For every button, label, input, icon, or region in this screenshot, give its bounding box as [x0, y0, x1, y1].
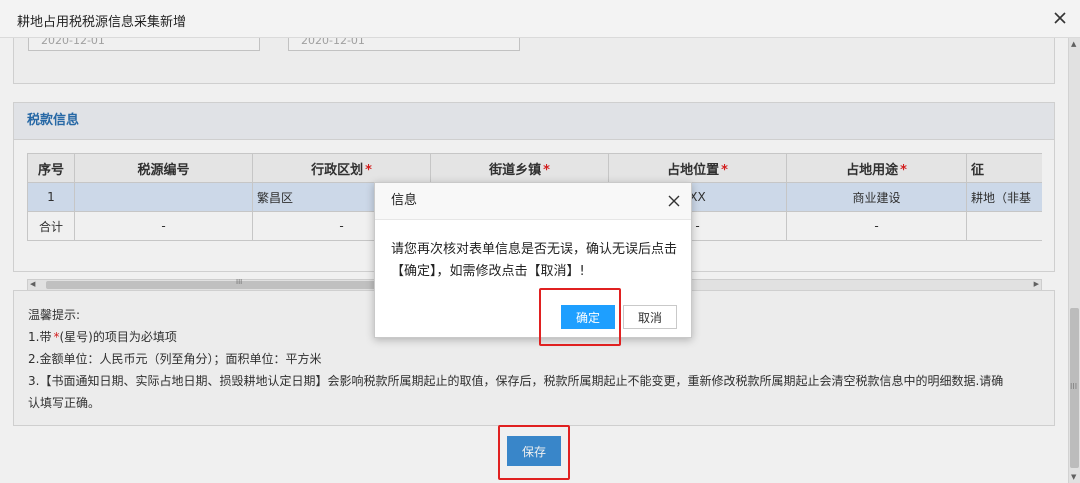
- dialog-title: 信息: [375, 183, 691, 220]
- dialog-message-line-2: 【确定】，如需修改点击【取消】!: [391, 264, 585, 279]
- dialog-message: 请您再次核对表单信息是否无误，确认无误后点击 【确定】，如需修改点击【取消】!: [391, 239, 681, 283]
- close-icon[interactable]: [667, 194, 681, 208]
- confirm-dialog: 信息 请您再次核对表单信息是否无误，确认无误后点击 【确定】，如需修改点击【取消…: [374, 182, 692, 338]
- dialog-message-line-1: 请您再次核对表单信息是否无误，确认无误后点击: [391, 242, 678, 257]
- window-title: 耕地占用税税源信息采集新增: [17, 15, 187, 30]
- confirm-highlight-box: [539, 288, 621, 346]
- save-highlight-box: [498, 425, 570, 480]
- close-icon[interactable]: [1050, 8, 1070, 28]
- window-titlebar: 耕地占用税税源信息采集新增: [0, 0, 1080, 38]
- cancel-button[interactable]: 取消: [623, 305, 677, 329]
